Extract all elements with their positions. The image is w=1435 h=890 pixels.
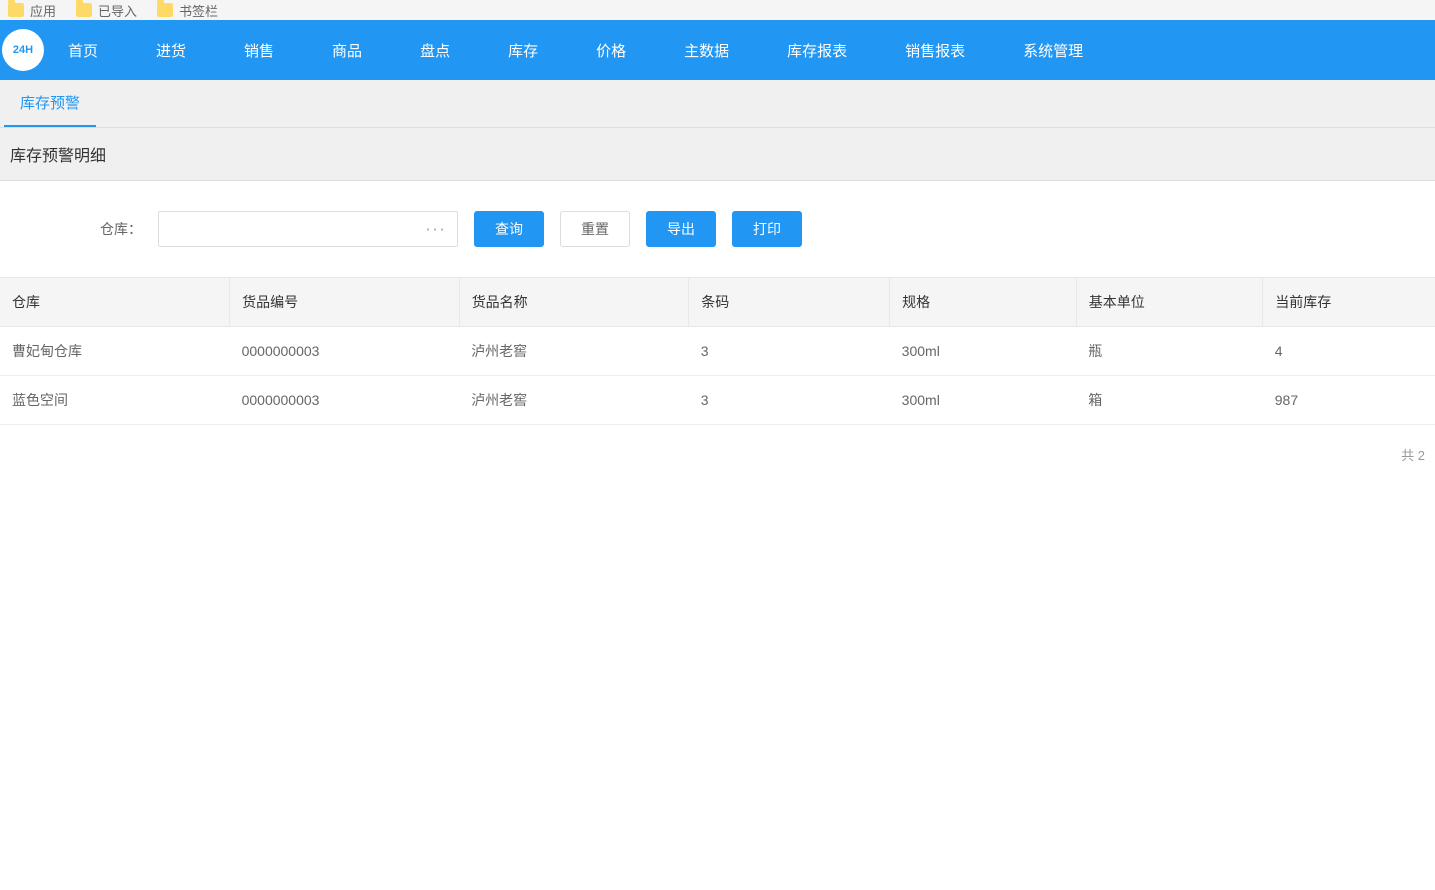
cell-warehouse: 曹妃甸仓库 [0,327,230,376]
warehouse-input-wrapper: ··· [158,211,458,247]
bookmark-label: 应用 [30,1,56,20]
folder-icon [8,3,24,17]
bookmark-bar: 应用 已导入 书签栏 [0,0,1435,20]
col-unit: 基本单位 [1076,278,1263,327]
nav-system[interactable]: 系统管理 [1019,40,1087,61]
col-warehouse: 仓库 [0,278,230,327]
col-product-code: 货品编号 [230,278,460,327]
cell-product-name: 泸州老窖 [459,376,689,425]
nav-sales-report[interactable]: 销售报表 [901,40,969,61]
col-spec: 规格 [890,278,1077,327]
pagination-info: 共 2 [0,425,1435,484]
cell-barcode: 3 [689,327,890,376]
logo-icon: 24H [2,29,44,71]
warehouse-input[interactable] [158,211,458,247]
bookmark-item[interactable]: 应用 [8,1,56,20]
folder-icon [76,3,92,17]
nav-stock[interactable]: 库存 [504,40,542,61]
bookmark-item[interactable]: 书签栏 [157,1,218,20]
table-row[interactable]: 曹妃甸仓库 0000000003 泸州老窖 3 300ml 瓶 4 [0,327,1435,376]
col-current-stock: 当前库存 [1263,278,1435,327]
nav-items: 首页 进货 销售 商品 盘点 库存 价格 主数据 库存报表 销售报表 系统管理 [64,40,1087,61]
cell-unit: 箱 [1076,376,1263,425]
col-barcode: 条码 [689,278,890,327]
bookmark-label: 已导入 [98,1,137,20]
cell-product-code: 0000000003 [230,327,460,376]
logo[interactable]: 24H [2,29,44,71]
nav-master-data[interactable]: 主数据 [680,40,733,61]
nav-sales[interactable]: 销售 [240,40,278,61]
reset-button[interactable]: 重置 [560,211,630,247]
cell-barcode: 3 [689,376,890,425]
cell-product-name: 泸州老窖 [459,327,689,376]
col-product-name: 货品名称 [459,278,689,327]
main-nav: 24H 首页 进货 销售 商品 盘点 库存 价格 主数据 库存报表 销售报表 系… [0,20,1435,80]
folder-icon [157,3,173,17]
table-header-row: 仓库 货品编号 货品名称 条码 规格 基本单位 当前库存 [0,278,1435,327]
data-table: 仓库 货品编号 货品名称 条码 规格 基本单位 当前库存 曹妃甸仓库 00000… [0,278,1435,425]
tab-stock-alert[interactable]: 库存预警 [4,80,96,127]
warehouse-label: 仓库： [100,219,142,239]
cell-spec: 300ml [890,376,1077,425]
nav-inventory-check[interactable]: 盘点 [416,40,454,61]
cell-stock: 4 [1263,327,1435,376]
nav-goods[interactable]: 商品 [328,40,366,61]
query-button[interactable]: 查询 [474,211,544,247]
nav-price[interactable]: 价格 [592,40,630,61]
nav-purchase[interactable]: 进货 [152,40,190,61]
filter-bar: 仓库： ··· 查询 重置 导出 打印 [0,181,1435,278]
lookup-icon[interactable]: ··· [425,219,446,240]
cell-product-code: 0000000003 [230,376,460,425]
table-row[interactable]: 蓝色空间 0000000003 泸州老窖 3 300ml 箱 987 [0,376,1435,425]
cell-stock: 987 [1263,376,1435,425]
nav-home[interactable]: 首页 [64,40,102,61]
bookmark-label: 书签栏 [179,1,218,20]
section-title: 库存预警明细 [0,128,1435,181]
cell-unit: 瓶 [1076,327,1263,376]
print-button[interactable]: 打印 [732,211,802,247]
tab-bar: 库存预警 [0,80,1435,128]
nav-stock-report[interactable]: 库存报表 [783,40,851,61]
cell-warehouse: 蓝色空间 [0,376,230,425]
bookmark-item[interactable]: 已导入 [76,1,137,20]
cell-spec: 300ml [890,327,1077,376]
export-button[interactable]: 导出 [646,211,716,247]
